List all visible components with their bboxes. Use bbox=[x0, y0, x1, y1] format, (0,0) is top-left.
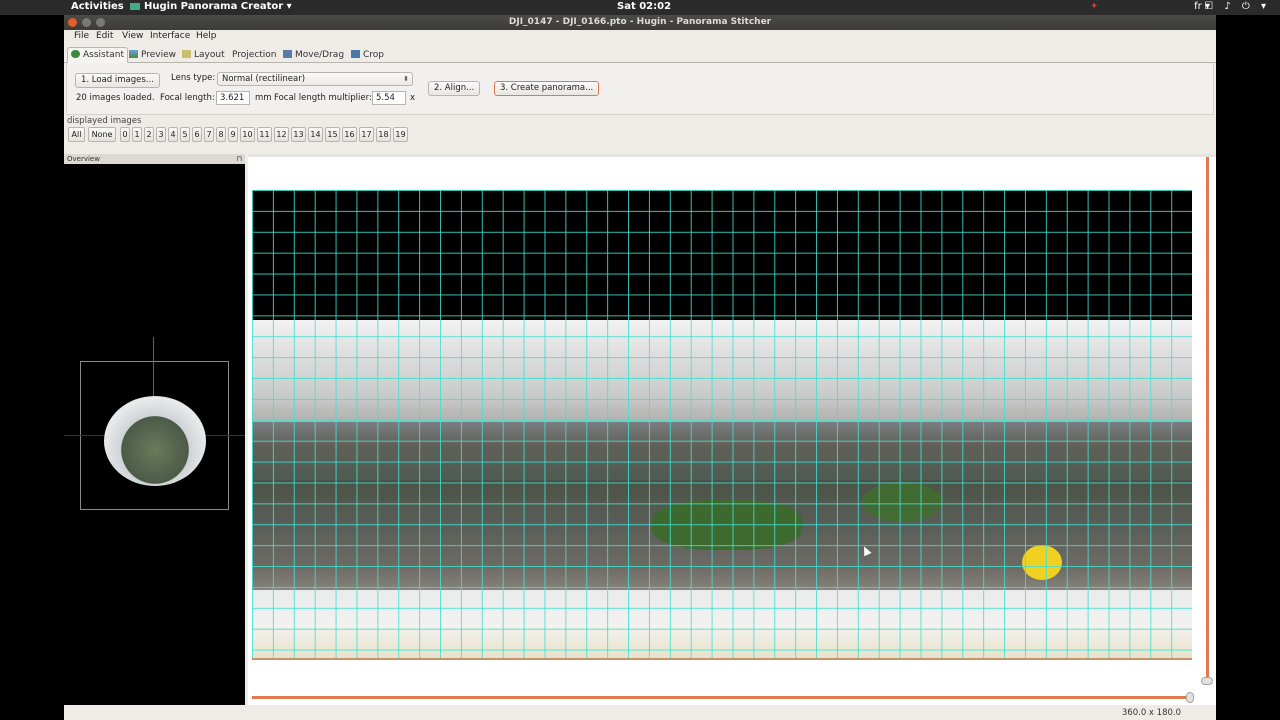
multiplier-input[interactable]: 5.54 bbox=[372, 91, 406, 105]
tab-move-drag[interactable]: Move/Drag bbox=[279, 47, 348, 63]
assistant-panel: 1. Load images... 20 images loaded. Lens… bbox=[66, 63, 1214, 115]
image-toggle-7[interactable]: 7 bbox=[204, 127, 214, 142]
tab-projection[interactable]: Projection bbox=[228, 47, 281, 63]
activities-button[interactable]: Activities bbox=[71, 1, 124, 12]
image-toggle-3[interactable]: 3 bbox=[156, 127, 166, 142]
layout-icon bbox=[182, 50, 191, 58]
minimize-window-button[interactable] bbox=[82, 18, 91, 27]
image-toggle-4[interactable]: 4 bbox=[168, 127, 178, 142]
move-drag-icon bbox=[283, 50, 292, 58]
focal-length-label: Focal length: bbox=[160, 93, 215, 103]
preview-icon bbox=[129, 50, 138, 58]
pin-icon[interactable]: ⊓ bbox=[237, 154, 242, 164]
tab-crop[interactable]: Crop bbox=[347, 47, 388, 63]
maximize-window-button[interactable] bbox=[96, 18, 105, 27]
field-of-view-status: 360.0 x 180.0 bbox=[1121, 708, 1181, 718]
system-top-bar: Activities Hugin Panorama Creator ▾ Sat … bbox=[0, 0, 1280, 15]
lens-type-label: Lens type: bbox=[171, 73, 216, 83]
images-loaded-status: 20 images loaded. bbox=[76, 93, 155, 103]
crop-icon bbox=[351, 50, 360, 58]
tab-preview[interactable]: Preview bbox=[125, 47, 180, 63]
menu-help[interactable]: Help bbox=[196, 31, 217, 41]
image-toggle-11[interactable]: 11 bbox=[257, 127, 272, 142]
panorama-grid-overlay bbox=[252, 190, 1192, 660]
focal-length-unit: mm bbox=[255, 93, 272, 103]
image-toggle-15[interactable]: 15 bbox=[325, 127, 340, 142]
vertical-fov-slider-handle[interactable] bbox=[1201, 677, 1213, 685]
app-name: Hugin Panorama Creator bbox=[144, 1, 284, 12]
image-toggle-16[interactable]: 16 bbox=[342, 127, 357, 142]
horizontal-fov-slider[interactable] bbox=[252, 696, 1192, 699]
menu-edit[interactable]: Edit bbox=[96, 31, 113, 41]
load-images-button[interactable]: 1. Load images... bbox=[75, 73, 160, 88]
close-window-button[interactable] bbox=[68, 18, 77, 27]
horizontal-fov-slider-handle[interactable] bbox=[1186, 692, 1194, 703]
image-toggle-19[interactable]: 19 bbox=[393, 127, 408, 142]
image-toggle-1[interactable]: 1 bbox=[132, 127, 142, 142]
window-title: DJI_0147 - DJI_0166.pto - Hugin - Panora… bbox=[508, 17, 772, 27]
menu-file[interactable]: File bbox=[74, 31, 89, 41]
menu-interface[interactable]: Interface bbox=[150, 31, 190, 41]
panorama-image[interactable] bbox=[252, 190, 1192, 660]
image-toggle-18[interactable]: 18 bbox=[376, 127, 391, 142]
show-none-button[interactable]: None bbox=[88, 127, 116, 142]
multiplier-unit: x bbox=[410, 93, 416, 103]
image-toggle-6[interactable]: 6 bbox=[192, 127, 202, 142]
hugin-window: DJI_0147 - DJI_0166.pto - Hugin - Panora… bbox=[64, 15, 1216, 720]
tab-assistant[interactable]: Assistant bbox=[67, 47, 129, 63]
app-menu[interactable]: Hugin Panorama Creator ▾ bbox=[130, 1, 292, 12]
image-toggle-12[interactable]: 12 bbox=[274, 127, 289, 142]
system-menu-icons[interactable]: ☐ ♪ ⏻ ▾ bbox=[1204, 1, 1270, 12]
image-toggle-2[interactable]: 2 bbox=[144, 127, 154, 142]
multiplier-label: Focal length multiplier: bbox=[274, 93, 372, 103]
overview-vertical-axis bbox=[153, 337, 154, 397]
image-toggle-13[interactable]: 13 bbox=[291, 127, 306, 142]
align-button[interactable]: 2. Align... bbox=[428, 81, 481, 96]
tab-bar: Assistant Preview Layout Projection Move… bbox=[64, 46, 1216, 63]
focal-length-input[interactable]: 3.621 bbox=[216, 91, 250, 105]
image-toggle-14[interactable]: 14 bbox=[308, 127, 323, 142]
create-panorama-button[interactable]: 3. Create panorama... bbox=[494, 81, 600, 96]
vertical-fov-slider[interactable] bbox=[1206, 157, 1209, 682]
panorama-bottom-edge bbox=[252, 658, 1192, 660]
window-titlebar: DJI_0147 - DJI_0166.pto - Hugin - Panora… bbox=[64, 15, 1216, 30]
image-toggle-0[interactable]: 0 bbox=[120, 127, 130, 142]
image-toggle-10[interactable]: 10 bbox=[240, 127, 255, 142]
status-bar: 360.0 x 180.0 bbox=[64, 705, 1216, 720]
overview-header: Overview ⊓ bbox=[64, 154, 245, 164]
displayed-images-label: displayed images bbox=[67, 116, 142, 126]
overview-sphere[interactable] bbox=[104, 396, 206, 486]
assistant-icon bbox=[71, 50, 80, 58]
hugin-app-icon bbox=[130, 2, 140, 10]
preview-canvas[interactable] bbox=[248, 154, 1216, 720]
combo-arrow-icon: ⬍ bbox=[403, 75, 409, 83]
image-toggle-9[interactable]: 9 bbox=[228, 127, 238, 142]
image-toggle-5[interactable]: 5 bbox=[180, 127, 190, 142]
clock[interactable]: Sat 02:02 bbox=[617, 1, 671, 12]
network-icon[interactable]: ✦ bbox=[1090, 1, 1098, 12]
lens-type-select[interactable]: Normal (rectilinear) ⬍ bbox=[217, 72, 413, 86]
menu-bar: File Edit View Interface Help bbox=[64, 30, 1216, 44]
image-toggle-8[interactable]: 8 bbox=[216, 127, 226, 142]
overview-title: Overview bbox=[67, 155, 100, 163]
overview-viewport[interactable] bbox=[64, 164, 245, 720]
image-toggle-17[interactable]: 17 bbox=[359, 127, 374, 142]
menu-view[interactable]: View bbox=[122, 31, 143, 41]
tab-layout[interactable]: Layout bbox=[178, 47, 229, 63]
show-all-button[interactable]: All bbox=[68, 127, 85, 142]
